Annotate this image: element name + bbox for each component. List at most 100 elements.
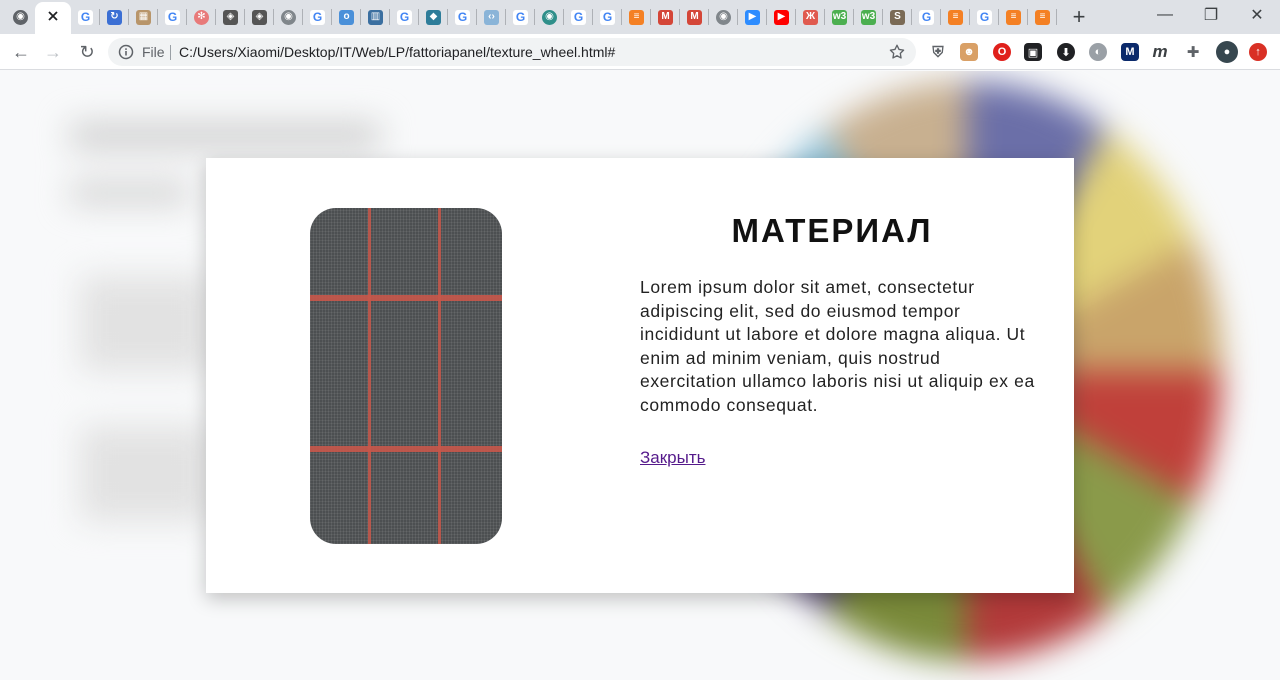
tab[interactable]: G bbox=[390, 4, 419, 30]
tab[interactable]: ≡ bbox=[941, 4, 970, 30]
arrow-left-icon: ← bbox=[12, 41, 30, 62]
tab[interactable]: ◉ bbox=[709, 4, 738, 30]
youtube-icon: ▶ bbox=[774, 9, 789, 25]
tab[interactable]: ◈ bbox=[245, 4, 274, 30]
tab[interactable]: ◆ bbox=[419, 4, 448, 30]
tab[interactable]: o bbox=[332, 4, 361, 30]
flower-icon: ✻ bbox=[194, 9, 209, 25]
stack-icon: ≡ bbox=[1006, 9, 1021, 25]
close-modal-link[interactable]: Закрыть bbox=[640, 448, 705, 468]
bird-icon: ◆ bbox=[426, 9, 441, 25]
blurred-heading bbox=[70, 123, 380, 149]
tab[interactable]: G bbox=[448, 4, 477, 30]
google-icon: G bbox=[513, 9, 528, 25]
fabric-swatch-image bbox=[310, 208, 502, 544]
close-icon[interactable] bbox=[47, 9, 59, 27]
puzzle-icon[interactable]: ✚ bbox=[1184, 43, 1202, 61]
tab[interactable]: ▦ bbox=[129, 4, 158, 30]
tab[interactable]: ◉ bbox=[535, 4, 564, 30]
sphere-icon: ◉ bbox=[542, 9, 557, 25]
zoom-icon: ▶ bbox=[745, 9, 760, 25]
tab[interactable]: Ж bbox=[796, 4, 825, 30]
tab[interactable]: ▶ bbox=[767, 4, 796, 30]
tab[interactable]: G bbox=[71, 4, 100, 30]
tab[interactable]: ✻ bbox=[187, 4, 216, 30]
restore-button[interactable]: ❐ bbox=[1188, 0, 1234, 30]
tab[interactable]: w3 bbox=[825, 4, 854, 30]
modal-description: Lorem ipsum dolor sit amet, consectetur … bbox=[640, 277, 1035, 415]
url-text[interactable]: C:/Users/Xiaomi/Desktop/IT/Web/LP/fattor… bbox=[179, 44, 615, 60]
info-icon[interactable] bbox=[118, 44, 134, 60]
tab[interactable]: G bbox=[593, 4, 622, 30]
google-icon: G bbox=[455, 9, 470, 25]
gmail-icon: M bbox=[687, 9, 702, 25]
tab[interactable]: ‹› bbox=[477, 4, 506, 30]
back-button[interactable]: ← bbox=[6, 37, 36, 67]
w3-icon: w3 bbox=[861, 9, 876, 25]
gmail-icon: M bbox=[658, 9, 673, 25]
tab[interactable]: ≡ bbox=[622, 4, 651, 30]
tab[interactable]: M bbox=[680, 4, 709, 30]
chart-icon: ▥ bbox=[368, 9, 383, 25]
page-viewport: МАТЕРИАЛ Lorem ipsum dolor sit amet, con… bbox=[0, 71, 1280, 680]
tab[interactable]: ▥ bbox=[361, 4, 390, 30]
tab-active[interactable] bbox=[35, 2, 71, 34]
sync-icon: ↻ bbox=[107, 9, 122, 25]
tab[interactable]: w3 bbox=[854, 4, 883, 30]
tab[interactable]: G bbox=[970, 4, 999, 30]
m-italic-icon[interactable]: m bbox=[1151, 42, 1169, 61]
modal-title: МАТЕРИАЛ bbox=[731, 212, 933, 249]
tab-strip: + — ❐ ✕ ◉ G ↻ ▦ G ✻ ◈ ◈ ◉ Go ▥ G ◆ G ‹› G ◉ G G ≡ M M ◉ ▶ ▶ Жw3 w3… bbox=[0, 0, 1280, 34]
fabric-stripe bbox=[438, 208, 441, 544]
tab[interactable]: G bbox=[303, 4, 332, 30]
m-square-icon[interactable]: M bbox=[1121, 43, 1139, 61]
tab[interactable]: G bbox=[158, 4, 187, 30]
google-icon: G bbox=[977, 9, 992, 25]
plus-icon: + bbox=[1072, 4, 1086, 29]
tab[interactable]: ↻ bbox=[100, 4, 129, 30]
mask-icon[interactable]: ◐ bbox=[1089, 43, 1107, 61]
fox-icon[interactable]: ☻ bbox=[960, 43, 978, 61]
tower-icon: Ж bbox=[803, 9, 818, 25]
tab-separator bbox=[1056, 9, 1057, 25]
minimize-button[interactable]: — bbox=[1142, 0, 1188, 30]
shield-icon[interactable]: ⛨ bbox=[929, 43, 947, 61]
new-tab-button[interactable]: + bbox=[1066, 4, 1092, 30]
tab[interactable]: ▶ bbox=[738, 4, 767, 30]
close-window-button[interactable]: ✕ bbox=[1234, 0, 1280, 30]
tab[interactable]: G bbox=[506, 4, 535, 30]
restore-icon: ❐ bbox=[1203, 7, 1219, 24]
minimize-icon: — bbox=[1157, 6, 1173, 23]
opera-icon[interactable]: O bbox=[993, 43, 1011, 61]
scheme-label: File bbox=[142, 44, 165, 60]
tab[interactable]: ≡ bbox=[1028, 4, 1057, 30]
blurred-card bbox=[80, 426, 210, 521]
stack-icon: ≡ bbox=[1035, 9, 1050, 25]
tab[interactable]: ◉ bbox=[6, 4, 35, 30]
blurred-card bbox=[80, 276, 210, 371]
tab[interactable]: G bbox=[564, 4, 593, 30]
globe-icon: ◉ bbox=[13, 9, 28, 25]
omnibox-divider bbox=[170, 45, 171, 60]
address-bar[interactable]: File C:/Users/Xiaomi/Desktop/IT/Web/LP/f… bbox=[108, 38, 916, 66]
download-icon[interactable]: ⬇ bbox=[1057, 43, 1075, 61]
update-icon[interactable]: ↑ bbox=[1249, 43, 1267, 61]
tab[interactable]: S bbox=[883, 4, 912, 30]
blurred-subheading bbox=[70, 183, 190, 203]
google-icon: G bbox=[571, 9, 586, 25]
tab[interactable]: M bbox=[651, 4, 680, 30]
avatar-icon[interactable]: ● bbox=[1216, 41, 1238, 63]
fabric-stripe bbox=[310, 295, 502, 301]
google-icon: G bbox=[919, 9, 934, 25]
tab[interactable]: ◉ bbox=[274, 4, 303, 30]
forward-button[interactable]: → bbox=[38, 37, 68, 67]
tab[interactable]: G bbox=[912, 4, 941, 30]
reload-button[interactable]: ↻ bbox=[72, 37, 102, 67]
puzzle-dark-icon[interactable]: ▣ bbox=[1024, 43, 1042, 61]
stack-icon: ≡ bbox=[629, 9, 644, 25]
tab[interactable]: ≡ bbox=[999, 4, 1028, 30]
ring-icon: o bbox=[339, 9, 354, 25]
google-icon: G bbox=[397, 9, 412, 25]
bookmark-star-icon[interactable] bbox=[888, 43, 906, 61]
tab[interactable]: ◈ bbox=[216, 4, 245, 30]
